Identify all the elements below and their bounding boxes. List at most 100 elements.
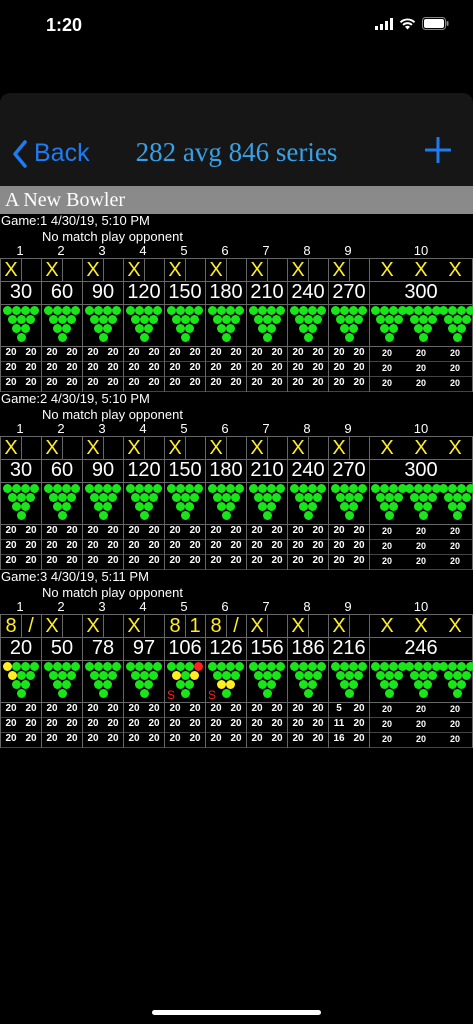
frame-cell[interactable]: X 210 20 20 20 20 20 20: [246, 436, 287, 570]
score-sheet: X 30 20 20 20 20 20 20 X 60 20 20 20 20 20 20 X 90 20 20 20 2…: [0, 258, 473, 392]
frame-stats: 20 20 20 20 20 20: [288, 702, 328, 748]
stats-row: 20 20: [124, 554, 164, 570]
pin: [180, 511, 190, 520]
pin: [139, 315, 149, 324]
pin: [7, 671, 17, 680]
frame-stats: 20 20 20 20 20 20: [1, 702, 41, 748]
stat-value: 20: [210, 733, 222, 744]
stats-row: 20 20: [1, 524, 41, 540]
frame-score: 240: [288, 280, 328, 305]
frame-cell[interactable]: X 50 20 20 20 20 20 20: [41, 614, 82, 748]
pin: [62, 502, 71, 511]
stat-value: 20: [271, 540, 283, 551]
pin: [267, 324, 276, 333]
stats-row: 20 20: [124, 732, 164, 748]
pinset: [331, 662, 367, 698]
frame-cell[interactable]: X 90 20 20 20 20 20 20: [82, 436, 123, 570]
frame-numbers: 1 2 3 4 5 6 7 8 9 10: [0, 600, 473, 613]
frame-cell[interactable]: X 186 20 20 20 20 20 20: [287, 614, 328, 748]
frame-cell[interactable]: X X X 300 20 20 20 20 20 20 20 20 20: [369, 258, 473, 392]
stat-value: 20: [415, 734, 426, 744]
pin: [94, 324, 103, 333]
stat-value: 20: [189, 377, 201, 388]
stat-value: 20: [381, 348, 392, 358]
pin: [461, 493, 471, 502]
add-button[interactable]: [424, 136, 452, 168]
pin: [384, 493, 394, 502]
frame-cell[interactable]: X 78 20 20 20 20 20 20: [82, 614, 123, 748]
frame-cell[interactable]: X 60 20 20 20 20 20 20: [41, 258, 82, 392]
frame-cell[interactable]: X 150 20 20 20 20 20 20: [164, 258, 205, 392]
pin: [344, 333, 354, 342]
pin: [53, 324, 62, 333]
stats-row: 20 20: [42, 361, 82, 377]
frame-cell[interactable]: 8 1 106 S 20 20 20 20 20 20: [164, 614, 205, 748]
frame-score: 20: [1, 636, 41, 661]
frame-cell[interactable]: X 156 20 20 20 20 20 20: [246, 614, 287, 748]
frame-cell[interactable]: X 240 20 20 20 20 20 20: [287, 436, 328, 570]
stat-value: 20: [333, 525, 345, 536]
pin: [25, 315, 35, 324]
frame-cell[interactable]: X 240 20 20 20 20 20 20: [287, 258, 328, 392]
stat-value: 20: [107, 733, 119, 744]
frame-cell[interactable]: X 30 20 20 20 20 20 20: [0, 436, 41, 570]
stats-row: 20 20: [1, 361, 41, 377]
frame-number: 2: [57, 599, 65, 614]
pin: [258, 662, 267, 671]
frame-cell[interactable]: 8/126 S 20 20 20 20 20 20: [205, 614, 246, 748]
bowler-header[interactable]: A New Bowler: [0, 186, 473, 214]
game-card: Game:1 4/30/19, 5:10 PM No match play opp…: [0, 214, 473, 392]
stat-value: 20: [353, 555, 365, 566]
frame-cell[interactable]: X 270 20 20 20 20 20 20: [328, 258, 369, 392]
pin: [340, 306, 349, 315]
frame-cell[interactable]: X 210 20 20 20 20 20 20: [246, 258, 287, 392]
frame-score: 126: [206, 636, 246, 661]
stat-value: 20: [292, 733, 304, 744]
stat-value: 20: [148, 733, 160, 744]
pin: [53, 680, 62, 689]
stat-value: 20: [148, 362, 160, 373]
frame-cell[interactable]: X 270 20 20 20 20 20 20: [328, 436, 369, 570]
frame-cell[interactable]: 8/20 20 20 20 20 20 20: [0, 614, 41, 748]
frame-cell[interactable]: X 60 20 20 20 20 20 20: [41, 436, 82, 570]
frame-rolls: X: [42, 614, 82, 638]
pin: [448, 662, 457, 671]
frame-cell[interactable]: X X X 300 20 20 20 20 20 20 20 20 20: [369, 436, 473, 570]
stat-value: 20: [271, 377, 283, 388]
frame-stats: 20 20 20 20 20 20: [288, 346, 328, 392]
frame-cell[interactable]: X X X 246 20 20 20 20 20 20 20 20 20: [369, 614, 473, 748]
pin: [167, 306, 176, 315]
pin: [253, 493, 263, 502]
pinset: [249, 662, 285, 698]
pin: [212, 315, 222, 324]
pin: [144, 324, 153, 333]
stat-value: 20: [353, 525, 365, 536]
stat-value: 20: [25, 540, 37, 551]
frame-cell[interactable]: X 180 20 20 20 20 20 20: [205, 436, 246, 570]
frame-cell[interactable]: X 120 20 20 20 20 20 20: [123, 258, 164, 392]
pin: [185, 484, 194, 493]
stats-row: 20 20: [1, 732, 41, 748]
frame-stats: 5 20 11 20 16 20: [329, 702, 369, 748]
frame-cell[interactable]: X 30 20 20 20 20 20 20: [0, 258, 41, 392]
split-marker: S: [167, 688, 176, 702]
frame-cell[interactable]: X 97 20 20 20 20 20 20: [123, 614, 164, 748]
pin: [226, 306, 235, 315]
frame-cell[interactable]: X 216 5 20 11 20 16 20: [328, 614, 369, 748]
frame-cell[interactable]: X 150 20 20 20 20 20 20: [164, 436, 205, 570]
stat-value: 11: [333, 718, 345, 729]
stats-row: 20 20: [1, 346, 41, 362]
pin: [171, 315, 181, 324]
pin: [414, 484, 423, 493]
frame-cell[interactable]: X 90 20 20 20 20 20 20: [82, 258, 123, 392]
pinset: [167, 306, 203, 342]
match-opponent: No match play opponent: [42, 229, 183, 244]
pin: [253, 315, 263, 324]
frame-cell[interactable]: X 180 20 20 20 20 20 20: [205, 258, 246, 392]
pinset: [126, 484, 162, 520]
frame-cell[interactable]: X 120 20 20 20 20 20 20: [123, 436, 164, 570]
stat-value: 20: [128, 540, 140, 551]
pin: [94, 662, 103, 671]
stats-row: 20 20: [288, 524, 328, 540]
stat-value: 20: [169, 555, 181, 566]
